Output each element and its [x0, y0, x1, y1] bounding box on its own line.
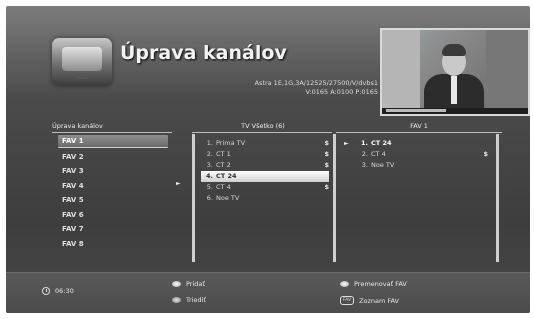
fav-list-label: Zoznam FAV [359, 296, 400, 305]
add-label: Pridať [186, 280, 205, 288]
live-preview-window [380, 28, 530, 116]
fav-group-item[interactable]: FAV 5 [58, 194, 168, 206]
fav-group-item[interactable]: FAV 3 [58, 165, 168, 177]
cursor-arrow-icon: ► [344, 140, 349, 147]
clock: 06:30 [42, 287, 74, 295]
sort-label: Triediť [186, 296, 206, 304]
channel-name: CT 24 [216, 172, 237, 180]
cursor-arrow-icon: ► [176, 180, 181, 187]
fav-group-item[interactable]: FAV 2 [58, 151, 168, 163]
channel-number: 4. [206, 172, 213, 180]
tv-menu-icon [52, 38, 112, 86]
page-title: Úprava kanálov [120, 42, 287, 64]
channel-row[interactable]: 1. CT 24 [356, 138, 488, 149]
channel-row[interactable]: 3. Noe TV [356, 160, 488, 171]
header-divider [336, 132, 502, 133]
sort-button[interactable]: Triediť [172, 296, 206, 304]
channel-row[interactable]: 5. CT 4 $ [201, 182, 329, 193]
header-divider [52, 132, 172, 133]
all-channels-header: TV Všetko (6) [241, 122, 285, 130]
channel-number: 2. [206, 150, 213, 158]
fav-button-icon: FAV [340, 296, 355, 305]
channel-name: CT 2 [216, 161, 231, 169]
footer-bar: 06:30 Pridať Triediť Premenovať FAV FAV … [6, 272, 530, 313]
clock-icon [42, 287, 50, 295]
satellite-info: Astra 1E,1G,3A/12525/27500/V/dvbs1 V:016… [206, 79, 378, 97]
channel-row[interactable]: 3. CT 2 $ [201, 160, 329, 171]
channel-row[interactable]: 2. CT 4 $ [356, 149, 488, 160]
fav-group-item[interactable]: FAV 7 [58, 223, 168, 235]
channel-row[interactable]: 4. CT 24 [201, 171, 329, 182]
channel-number: 5. [206, 183, 213, 191]
channel-number: 3. [206, 161, 213, 169]
channel-row[interactable]: 1. Prima TV $ [201, 138, 329, 149]
fav-channels-header: FAV 1 [410, 122, 428, 130]
scrambled-flag: $ [324, 183, 329, 191]
green-button-icon [172, 297, 181, 303]
channel-name: Prima TV [216, 139, 246, 147]
fav-group-list: FAV 1 FAV 2 FAV 3 FAV 4 FAV 5 FAV 6 FAV 7 FAV 8 [58, 135, 168, 252]
satellite-transponder: Astra 1E,1G,3A/12525/27500/V/dvbs1 [254, 79, 378, 87]
red-button-icon [172, 281, 181, 287]
channel-number: 1. [361, 139, 368, 147]
channel-row[interactable]: 2. CT 1 $ [201, 149, 329, 160]
channel-name: CT 4 [371, 150, 386, 158]
channel-number: 3. [361, 161, 368, 169]
channel-number: 2. [361, 150, 368, 158]
fav-groups-header: Úprava kanálov [52, 122, 103, 130]
fav-channels-panel: 1. CT 24 2. CT 4 $3. Noe TV [336, 134, 499, 262]
panel-divider [333, 134, 336, 262]
channel-name: CT 1 [216, 150, 231, 158]
clock-time: 06:30 [55, 287, 74, 295]
fav-group-item[interactable]: FAV 4 [58, 180, 168, 192]
channel-name: Noe TV [216, 194, 240, 202]
yellow-button-icon [340, 281, 349, 287]
add-button[interactable]: Pridať [172, 280, 205, 288]
scrambled-flag: $ [483, 150, 488, 158]
all-channels-panel: 1. Prima TV $2. CT 1 $3. CT 2 $4. CT 24 5. CT 4 $6… [192, 134, 335, 262]
channel-name: Noe TV [371, 161, 395, 169]
scrambled-flag: $ [324, 139, 329, 147]
scrambled-flag: $ [324, 150, 329, 158]
channel-number: 6. [206, 194, 213, 202]
rename-fav-label: Premenovať FAV [354, 280, 407, 288]
fav-group-item[interactable]: FAV 8 [58, 238, 168, 250]
channel-number: 1. [206, 139, 213, 147]
channel-row[interactable]: 6. Noe TV [201, 193, 329, 204]
rename-fav-button[interactable]: Premenovať FAV [340, 280, 407, 288]
tv-screen: Úprava kanálov Astra 1E,1G,3A/12525/2750… [6, 6, 530, 313]
channel-name: CT 4 [216, 183, 231, 191]
scrambled-flag: $ [324, 161, 329, 169]
satellite-pids: V:0165 A:0100 P:0165 [305, 88, 379, 96]
channel-name: CT 24 [371, 139, 392, 147]
fav-group-item[interactable]: FAV 1 [58, 135, 168, 148]
fav-list-button[interactable]: FAV Zoznam FAV [340, 296, 399, 305]
fav-group-item[interactable]: FAV 6 [58, 209, 168, 221]
header-divider [192, 132, 332, 133]
